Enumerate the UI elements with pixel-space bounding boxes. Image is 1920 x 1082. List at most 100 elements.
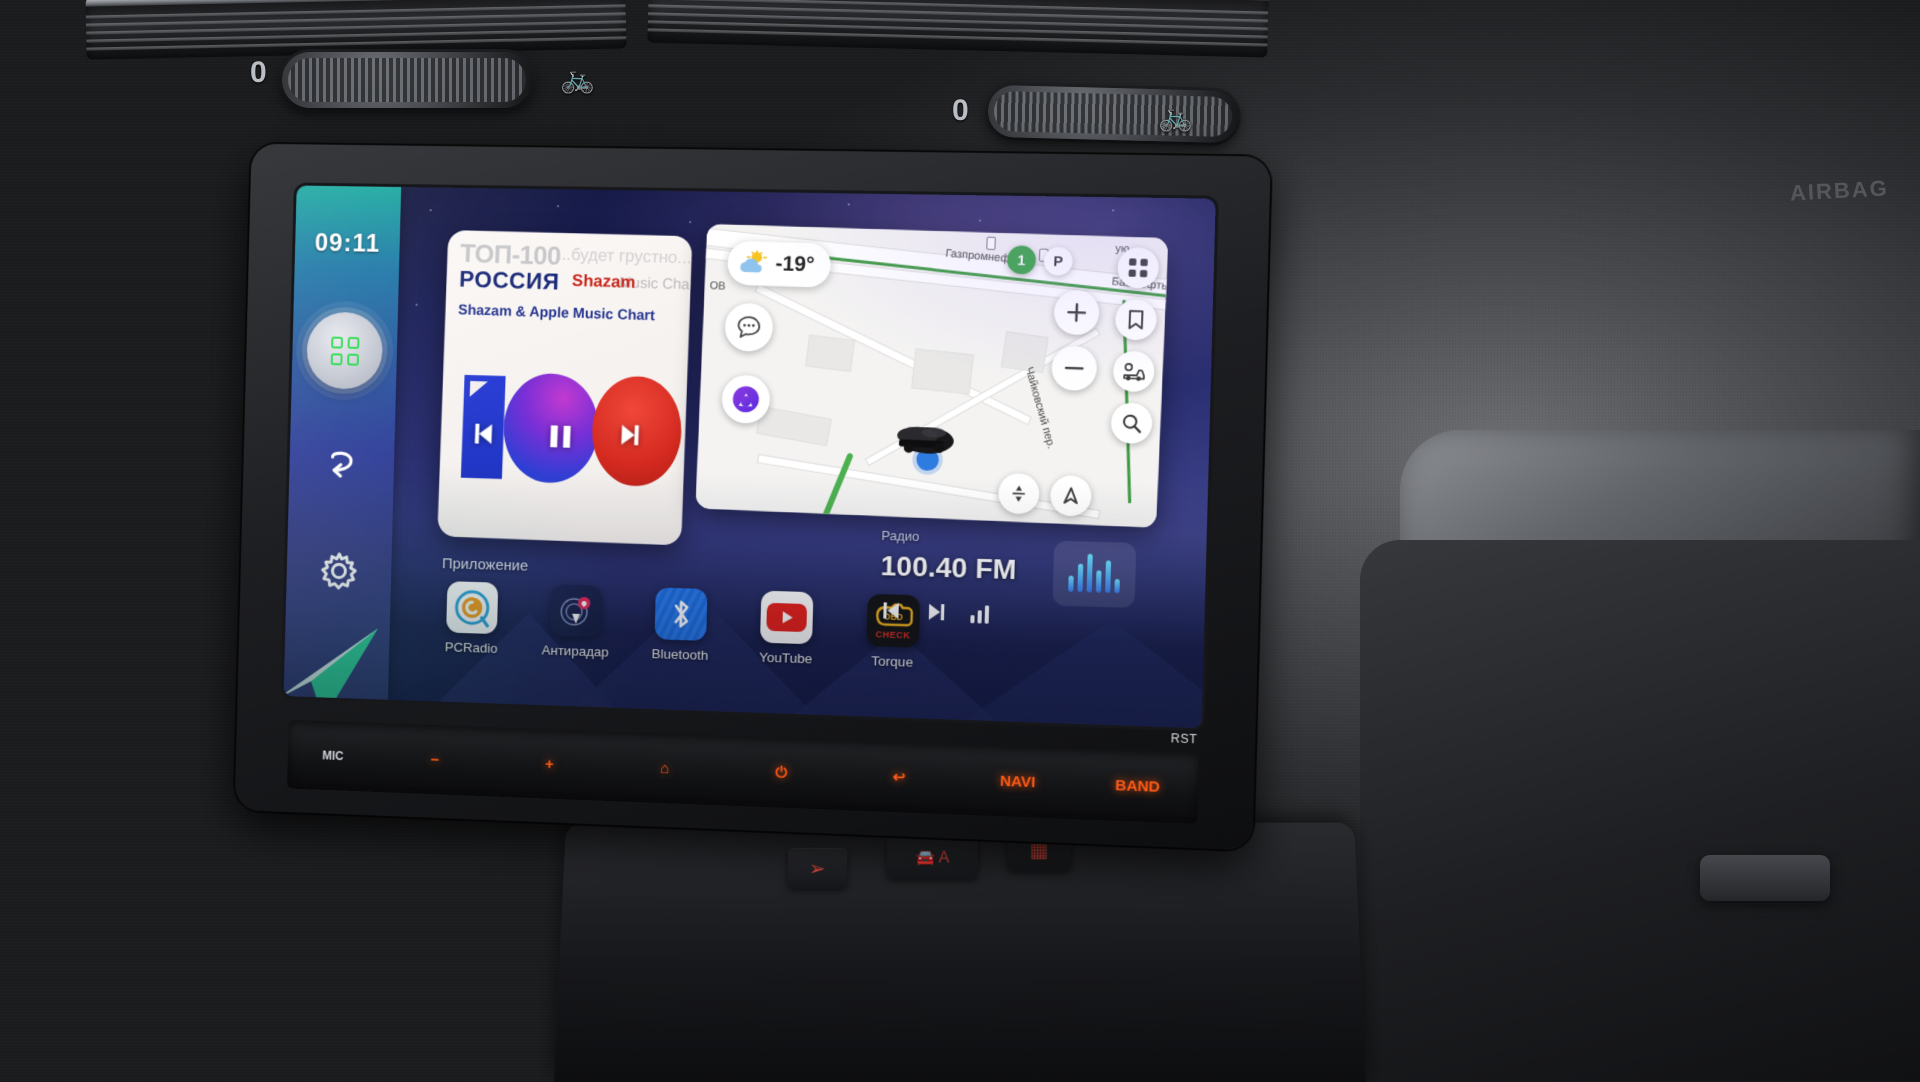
dashboard: 0 0 🚲 🚲 AIRBAG ➢ 🚘 A ▦ <box>0 0 1920 1081</box>
map-zoom-out-button[interactable] <box>1051 345 1098 391</box>
map-search-button[interactable] <box>1110 402 1153 444</box>
app-label-bluetooth: Bluetooth <box>651 646 708 663</box>
next-icon[interactable] <box>924 600 949 625</box>
traffic-icon <box>1122 361 1146 382</box>
hardware-mic-label: MIC <box>288 747 379 764</box>
seat-heater-icon-right: 🚲 <box>1158 100 1193 133</box>
radio-widget-title: Радио <box>881 528 919 544</box>
hardware-button-navi[interactable]: NAVI <box>958 771 1078 793</box>
map-bookmarks-button[interactable] <box>1115 299 1158 341</box>
hardware-button-band[interactable]: BAND <box>1077 775 1198 797</box>
door-panel <box>1360 540 1920 1081</box>
map-widget-card[interactable]: Газпромнефть Башнефть Чайковский пер. ОВ… <box>695 224 1168 528</box>
recenter-icon <box>1008 483 1029 504</box>
chat-bubble-icon <box>735 314 762 341</box>
left-navigation-rail: 09:11 <box>284 186 402 700</box>
status-clock: 09:11 <box>295 229 400 259</box>
map-parking-badge[interactable]: P <box>1043 247 1073 276</box>
seat-heater-icon-left: 🚲 <box>560 62 595 95</box>
air-vent-left[interactable] <box>85 0 626 60</box>
vent-open-indicator-right: 0 <box>952 94 969 128</box>
map-weather-pill[interactable]: -19° <box>727 240 832 287</box>
map-zoom-in-button[interactable] <box>1053 289 1100 335</box>
air-vent-right[interactable] <box>647 0 1268 58</box>
map-menu-grid-button[interactable] <box>1117 247 1160 289</box>
hardware-button-power[interactable]: ⏻ <box>723 762 841 783</box>
map-vehicle-marker <box>886 419 961 462</box>
hardware-button-home[interactable]: ⌂ <box>607 758 723 779</box>
bookmark-icon <box>1126 309 1145 330</box>
map-bottom-controls <box>998 473 1093 517</box>
radar-icon <box>550 584 603 637</box>
map-building-1 <box>806 336 854 371</box>
plus-icon <box>1065 301 1088 324</box>
door-handle[interactable] <box>1700 855 1830 901</box>
music-card-country: РОССИЯ <box>459 266 560 296</box>
map-zoom-controls <box>1051 289 1100 391</box>
music-previous-button[interactable] <box>470 419 500 450</box>
map-building-3 <box>1002 332 1047 372</box>
radio-widget[interactable]: Радио 100.40 FM <box>868 528 1139 669</box>
app-label-youtube: YouTube <box>759 650 813 667</box>
android-home-screen: 09:11 <box>284 186 1216 729</box>
apps-section-label: Приложение <box>442 555 528 574</box>
search-icon <box>1121 413 1142 434</box>
music-card-artwork <box>455 369 672 490</box>
map-label-ov: ОВ <box>709 280 725 293</box>
app-item-bluetooth[interactable]: Bluetooth <box>638 587 723 663</box>
radio-controls <box>879 598 995 626</box>
map-compass-north-button[interactable] <box>1050 475 1093 517</box>
equalizer-icon[interactable] <box>1052 541 1136 608</box>
music-pause-button[interactable] <box>546 421 575 452</box>
grid-icon <box>1127 257 1148 278</box>
climate-button-defrost-front[interactable]: ➢ <box>787 848 847 889</box>
map-weather-temperature: -19° <box>775 252 815 277</box>
map-traffic-layer-button[interactable] <box>1112 350 1155 392</box>
hardware-button-strip: MIC − + ⌂ ⏻ ↩ NAVI BAND <box>287 720 1199 824</box>
map-right-toolbar <box>1110 247 1159 444</box>
sun-behind-cloud-icon <box>737 250 768 277</box>
rail-item-apps[interactable] <box>292 311 398 390</box>
grid-icon <box>330 336 359 365</box>
music-card-ghost-text-1: ...будет грустно... <box>557 245 692 269</box>
pcradio-icon <box>446 581 498 634</box>
app-label-pcradio: PCRadio <box>445 639 498 656</box>
hardware-button-back[interactable]: ↩ <box>840 766 959 789</box>
map-poi-icon-1 <box>986 237 996 250</box>
music-widget-card[interactable]: ...будет грустно... Music Chart ( ТОП-10… <box>437 230 692 546</box>
vent-knob-left[interactable] <box>282 52 532 108</box>
music-card-shazam-tag: Shazam <box>572 271 636 293</box>
app-item-pcradio[interactable]: PCRadio <box>430 581 514 657</box>
north-arrow-icon <box>1060 485 1081 506</box>
app-label-antiradar: Антирадар <box>541 643 608 660</box>
paper-plane-icon[interactable] <box>284 570 417 722</box>
climate-button-auto-recirculation[interactable]: 🚘 A <box>887 836 978 879</box>
app-item-youtube[interactable]: YouTube <box>743 590 829 667</box>
music-card-subtitle: Shazam & Apple Music Chart <box>458 302 655 324</box>
alice-icon <box>731 385 760 414</box>
music-next-button[interactable] <box>613 420 644 451</box>
app-item-antiradar[interactable]: Антирадар <box>534 584 619 660</box>
apps-grid-button[interactable] <box>306 312 383 390</box>
minus-icon <box>1063 357 1086 380</box>
head-unit-display[interactable]: 09:11 <box>284 186 1216 729</box>
previous-icon[interactable] <box>879 598 904 623</box>
hardware-button-volume-up[interactable]: + <box>492 753 607 774</box>
youtube-icon <box>760 591 813 645</box>
airbag-label: AIRBAG <box>1789 175 1889 206</box>
reset-pinhole-label: RST <box>1171 731 1198 746</box>
rail-item-back[interactable] <box>289 439 395 487</box>
map-top-badges: 1 P <box>1007 245 1074 275</box>
back-arrow-icon <box>319 440 365 486</box>
signal-bars-icon[interactable] <box>968 602 995 625</box>
vent-knob-right[interactable] <box>987 85 1238 144</box>
hardware-button-volume-down[interactable]: − <box>378 749 492 770</box>
radio-frequency: 100.40 FM <box>880 550 1017 586</box>
map-recenter-button[interactable] <box>998 473 1040 515</box>
map-building-2 <box>912 349 973 393</box>
vent-open-indicator-left: 0 <box>250 56 267 90</box>
bluetooth-icon <box>654 587 707 640</box>
map-speed-limit-badge[interactable]: 1 <box>1007 245 1037 274</box>
climate-console: ➢ 🚘 A ▦ <box>554 823 1366 1082</box>
head-unit-bezel: 09:11 <box>235 144 1271 851</box>
